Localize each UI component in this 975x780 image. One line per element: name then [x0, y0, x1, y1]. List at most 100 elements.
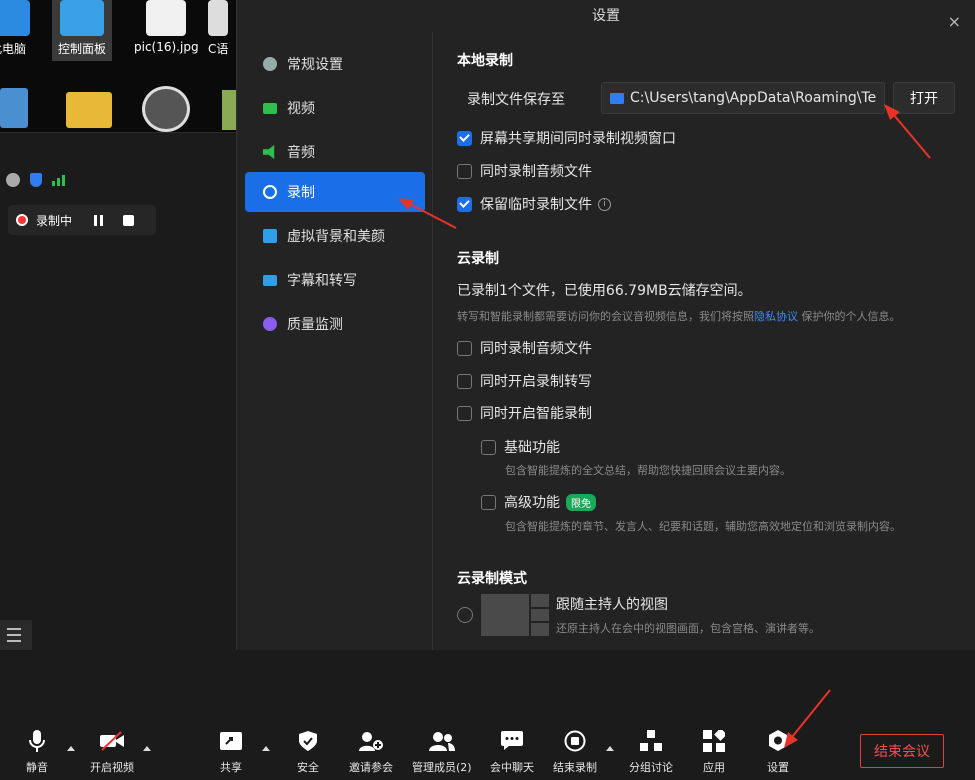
mode-option-desc: 还原主持人在会中的视图画面，包含宫格、演讲者等。 [556, 622, 820, 635]
shield-icon [299, 728, 317, 754]
cloud-recording-title: 云录制 [457, 251, 499, 267]
smart-basic-desc: 包含智能提炼的全文总结，帮助您快捷回顾会议主要内容。 [505, 464, 791, 477]
recording-status: 录制中 [36, 213, 73, 228]
end-meeting-button[interactable]: 结束会议 [860, 734, 944, 768]
nav-item-video[interactable]: 视频 [245, 88, 425, 128]
invite-icon [359, 728, 383, 754]
camera-off-icon [99, 728, 125, 754]
start-video-button[interactable]: 开启视频 [90, 728, 134, 775]
speaker-icon [263, 145, 275, 159]
chat-icon [501, 728, 523, 754]
folder-icon [610, 92, 624, 104]
breakout-icon [640, 728, 662, 754]
nav-item-audio[interactable]: 音频 [245, 132, 425, 172]
local-recording-title: 本地录制 [457, 53, 513, 69]
record-icon [263, 185, 277, 199]
meeting-video-area: 录制中 [0, 132, 236, 652]
save-location-label: 录制文件保存至 [467, 92, 565, 108]
share-options-caret[interactable] [262, 746, 270, 751]
checkbox[interactable] [481, 494, 496, 510]
breakout-button[interactable]: 分组讨论 [629, 728, 673, 775]
mute-options-caret[interactable] [67, 746, 75, 751]
mode-option-label: 跟随主持人的视图 [556, 597, 668, 613]
control-panel-icon [60, 0, 104, 36]
privacy-policy-link[interactable]: 隐私协议 [754, 310, 798, 323]
gear-icon [263, 57, 277, 71]
cloud-option-smart[interactable]: 同时开启智能录制 [457, 403, 592, 423]
dialog-title: 设置 [592, 8, 620, 24]
sidebar-toggle-button[interactable] [0, 620, 32, 650]
info-icon[interactable] [6, 173, 20, 187]
signal-icon[interactable] [52, 174, 65, 186]
desktop-icon-c[interactable]: C语 [208, 0, 228, 57]
annotation-arrow-path [884, 104, 931, 159]
checkbox[interactable] [457, 340, 472, 356]
monitor-icon [0, 0, 30, 36]
desktop-icon-this-pc[interactable]: 此电脑 [0, 0, 30, 57]
cloud-option-audio[interactable]: 同时录制音频文件 [457, 338, 592, 358]
caption-icon [263, 274, 277, 286]
mode-radio[interactable] [457, 607, 473, 623]
checkbox[interactable] [457, 405, 472, 421]
free-badge: 限免 [566, 493, 596, 511]
annotation-arrow-recording [398, 198, 457, 229]
folder-user-icon[interactable] [66, 92, 112, 128]
settings-nav: 常规设置 视频 音频 录制 虚拟背景和美颜 字幕和转写 质量监测 [237, 32, 433, 650]
checkbox[interactable] [457, 130, 472, 146]
camera-icon [263, 102, 277, 114]
nav-item-captions[interactable]: 字幕和转写 [245, 260, 425, 300]
shield-icon[interactable] [30, 173, 42, 187]
stop-record-icon [564, 728, 586, 754]
manage-members-button[interactable]: 管理成员(2) [412, 728, 472, 775]
portrait-icon [263, 229, 277, 243]
desktop-icon-control-panel[interactable]: 控制面板 [52, 0, 113, 61]
cloud-option-transcribe[interactable]: 同时开启录制转写 [457, 371, 592, 391]
status-icons [6, 173, 65, 187]
checkbox[interactable] [481, 439, 496, 455]
microphone-icon [29, 728, 45, 754]
dialog-title-bar: 设置 × [237, 0, 975, 32]
local-option-share-window[interactable]: 屏幕共享期间同时录制视频窗口 [457, 128, 676, 148]
invite-button[interactable]: 邀请参会 [349, 728, 393, 775]
local-option-audio-file[interactable]: 同时录制音频文件 [457, 161, 592, 181]
mute-button[interactable]: 静音 [26, 728, 48, 775]
annotation-arrow-settings [784, 689, 831, 748]
chat-button[interactable]: 会中聊天 [490, 728, 534, 775]
image-file-icon [146, 0, 187, 36]
nav-item-general[interactable]: 常规设置 [245, 44, 425, 84]
desktop-icon-image[interactable]: pic(16).jpg [134, 0, 199, 54]
share-button[interactable]: 共享 [220, 728, 242, 775]
nav-item-quality[interactable]: 质量监测 [245, 304, 425, 344]
recording-dot-icon [16, 214, 28, 226]
pause-icon[interactable] [94, 214, 104, 226]
video-options-caret[interactable] [143, 746, 151, 751]
privacy-notice: 转写和智能录制都需要访问你的会议音视频信息，我们将按照隐私协议 保护你的个人信息… [457, 310, 901, 323]
smart-advanced-option[interactable]: 高级功能 限免 [481, 492, 596, 512]
cloud-usage-text: 已录制1个文件，已使用66.79MB云储存空间。 [457, 283, 752, 299]
file-icon [208, 0, 229, 36]
host-view-thumbnail [481, 594, 549, 636]
cloud-mode-title: 云录制模式 [457, 571, 527, 587]
archive-icon[interactable] [222, 90, 236, 130]
apps-button[interactable]: 应用 [703, 728, 725, 775]
recycle-bin-icon[interactable] [0, 88, 28, 128]
local-option-keep-temp[interactable]: 保留临时录制文件 i [457, 194, 611, 214]
info-icon[interactable]: i [598, 197, 611, 211]
apps-icon [703, 728, 725, 754]
save-path-value: C:\Users\tang\AppData\Roaming\Te [630, 90, 877, 106]
app-icon[interactable] [142, 86, 190, 132]
security-button[interactable]: 安全 [297, 728, 319, 775]
recording-indicator: 录制中 [8, 205, 156, 235]
checkbox[interactable] [457, 373, 472, 389]
share-icon [220, 728, 242, 754]
close-button[interactable]: × [948, 6, 961, 38]
checkbox[interactable] [457, 163, 472, 179]
members-icon [428, 728, 455, 754]
recording-options-caret[interactable] [606, 746, 614, 751]
smart-basic-option[interactable]: 基础功能 [481, 437, 560, 457]
save-path-field[interactable]: C:\Users\tang\AppData\Roaming\Te [601, 82, 885, 114]
stop-recording-button[interactable]: 结束录制 [553, 728, 597, 775]
monitor-icon [263, 317, 277, 331]
settings-dialog: 设置 × 常规设置 视频 音频 录制 虚拟背景和美颜 字幕和转写 质量监测 本地… [236, 0, 975, 650]
stop-icon[interactable] [123, 214, 135, 226]
